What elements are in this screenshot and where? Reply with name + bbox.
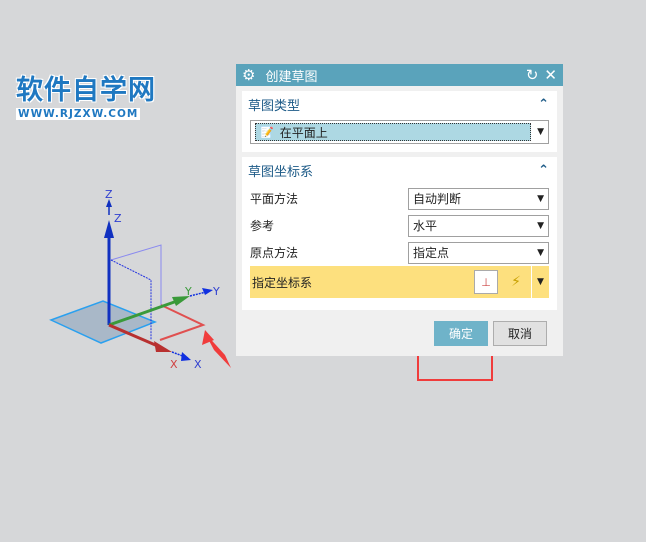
dropdown-arrow-icon: ▼ [537, 193, 544, 204]
row-label: 指定坐标系 [252, 275, 313, 290]
dropdown-arrow-icon: ▼ [537, 127, 544, 137]
specify-csys-row[interactable]: 指定坐标系 ⊥ ⚡ ▼ [250, 266, 549, 298]
dropdown-arrow-icon: ▼ [537, 220, 544, 231]
close-icon[interactable]: ✕ [544, 66, 557, 84]
z-label-2: Z [114, 212, 122, 225]
ok-button[interactable]: 确定 [434, 321, 488, 346]
sketch-csys-section: 草图坐标系 ⌃ 平面方法 自动判断 ▼ 参考 水平 ▼ 原点方法 指定点 ▼ 指定坐标系 ⊥ … [242, 157, 557, 310]
select-value: 指定点 [413, 246, 450, 260]
z-label: Z [105, 188, 113, 201]
reference-select[interactable]: 水平 ▼ [408, 214, 549, 237]
dropdown-arrow-icon: ▼ [537, 247, 544, 258]
create-sketch-dialog: ⚙ 创建草图 ↻ ✕ 草图类型 ⌃ 📝 在平面上 ▼ 草图坐标系 ⌃ 平面方法 自动判… [236, 64, 563, 356]
y-label-2: Y [212, 285, 220, 298]
x-arrow-icon [154, 341, 172, 352]
x-label-2: X [194, 358, 202, 371]
origin-method-select[interactable]: 指定点 ▼ [408, 241, 549, 264]
section-title: 草图类型 [248, 98, 301, 114]
sketch-type-section: 草图类型 ⌃ 📝 在平面上 ▼ [242, 91, 557, 152]
gear-icon[interactable]: ⚙ [242, 66, 255, 84]
z-arrow-icon [104, 220, 114, 238]
reference-plane [110, 244, 162, 305]
cancel-button[interactable]: 取消 [493, 321, 547, 346]
collapse-icon[interactable]: ⌃ [538, 163, 549, 178]
sketch-type-value: 在平面上 [279, 125, 328, 140]
inferred-csys-icon[interactable]: ⚡ [501, 266, 532, 298]
reference-row: 参考 水平 ▼ [242, 212, 557, 239]
dialog-title: 创建草图 [265, 69, 318, 85]
collapse-icon[interactable]: ⌃ [538, 97, 549, 112]
reset-icon[interactable]: ↻ [526, 66, 539, 84]
plane-method-select[interactable]: 自动判断 ▼ [408, 187, 549, 210]
select-value: 水平 [413, 219, 438, 233]
origin-method-row: 原点方法 指定点 ▼ [242, 239, 557, 266]
csys-dialog-icon[interactable]: ⊥ [474, 270, 498, 294]
dropdown-arrow-icon[interactable]: ▼ [532, 277, 549, 287]
dialog-titlebar: ⚙ 创建草图 ↻ ✕ [236, 64, 563, 86]
row-label: 平面方法 [250, 192, 299, 206]
y-label: Y [184, 285, 192, 298]
section-title: 草图坐标系 [248, 164, 314, 180]
sketch-type-select[interactable]: 📝 在平面上 ▼ [250, 120, 549, 144]
plane-method-row: 平面方法 自动判断 ▼ [242, 185, 557, 212]
x-label: X [170, 358, 178, 371]
sketch-plane-icon: 📝 [260, 125, 274, 139]
row-label: 原点方法 [250, 246, 299, 260]
select-value: 自动判断 [413, 192, 462, 206]
row-label: 参考 [250, 219, 275, 233]
csys-preview-outline [159, 304, 206, 341]
